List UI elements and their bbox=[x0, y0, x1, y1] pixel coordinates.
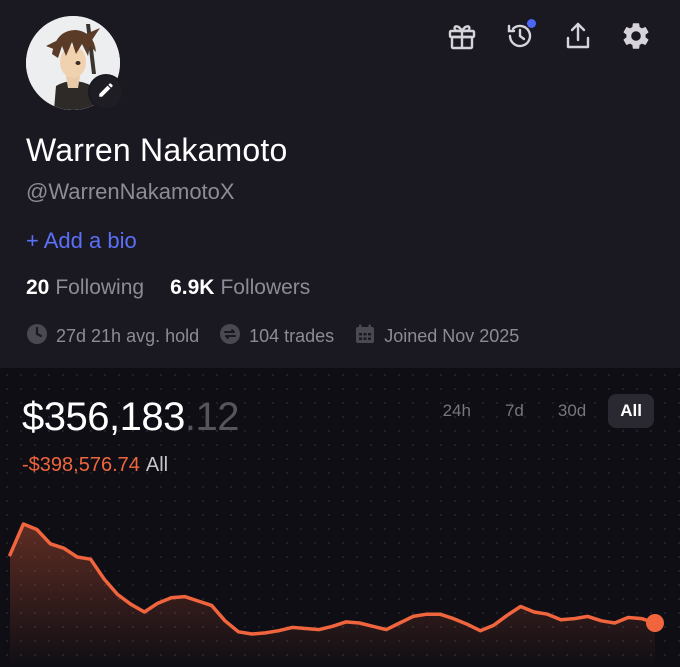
range-all-button[interactable]: All bbox=[608, 394, 654, 428]
clock-icon bbox=[26, 323, 48, 350]
profile-handle: @WarrenNakamotoX bbox=[26, 179, 235, 204]
history-icon[interactable] bbox=[502, 18, 538, 54]
followers-stat[interactable]: 6.9K Followers bbox=[170, 276, 310, 300]
following-stat[interactable]: 20 Following bbox=[26, 276, 144, 300]
range-24h-button[interactable]: 24h bbox=[431, 394, 483, 428]
gift-icon[interactable] bbox=[444, 18, 480, 54]
range-7d-button[interactable]: 7d bbox=[493, 394, 536, 428]
following-count: 20 bbox=[26, 276, 50, 299]
share-icon[interactable] bbox=[560, 18, 596, 54]
joined-item: Joined Nov 2025 bbox=[354, 323, 519, 350]
followers-count: 6.9K bbox=[170, 276, 215, 299]
following-label: Following bbox=[55, 276, 145, 299]
trades-text: 104 trades bbox=[249, 326, 335, 346]
avg-hold-text: 27d 21h avg. hold bbox=[56, 326, 200, 346]
chart-area bbox=[10, 524, 655, 667]
avg-hold-item: 27d 21h avg. hold bbox=[26, 323, 199, 350]
header-actions bbox=[444, 18, 654, 54]
add-bio-link[interactable]: + Add a bio bbox=[26, 228, 137, 254]
edit-avatar-button[interactable] bbox=[88, 74, 124, 110]
settings-icon[interactable] bbox=[618, 18, 654, 54]
calendar-icon bbox=[354, 323, 376, 350]
joined-text: Joined Nov 2025 bbox=[384, 326, 520, 346]
pnl-period: All bbox=[145, 454, 169, 476]
pencil-icon bbox=[97, 81, 115, 104]
pnl-value: -$398,576.74 bbox=[22, 454, 140, 476]
follow-stats: 20 Following 6.9K Followers bbox=[26, 276, 310, 300]
pnl-line: -$398,576.74 All bbox=[22, 454, 168, 477]
notification-dot bbox=[527, 19, 536, 28]
chart-endpoint-dot bbox=[646, 614, 664, 632]
range-30d-button[interactable]: 30d bbox=[546, 394, 598, 428]
profile-name: Warren Nakamoto bbox=[26, 132, 288, 168]
followers-label: Followers bbox=[220, 276, 311, 299]
profile-header: Warren Nakamoto @WarrenNakamotoX + Add a… bbox=[0, 0, 680, 368]
portfolio-value: $356,183.12 bbox=[22, 395, 239, 440]
portfolio-value-cents: .12 bbox=[184, 395, 240, 439]
swap-icon bbox=[219, 323, 241, 350]
profile-meta: 27d 21h avg. hold 104 trades Joined Nov … bbox=[26, 323, 519, 350]
time-range-selector: 24h 7d 30d All bbox=[431, 394, 654, 428]
portfolio-value-main: $356,183 bbox=[22, 395, 185, 439]
portfolio-chart[interactable] bbox=[0, 500, 680, 667]
trades-item: 104 trades bbox=[219, 323, 334, 350]
